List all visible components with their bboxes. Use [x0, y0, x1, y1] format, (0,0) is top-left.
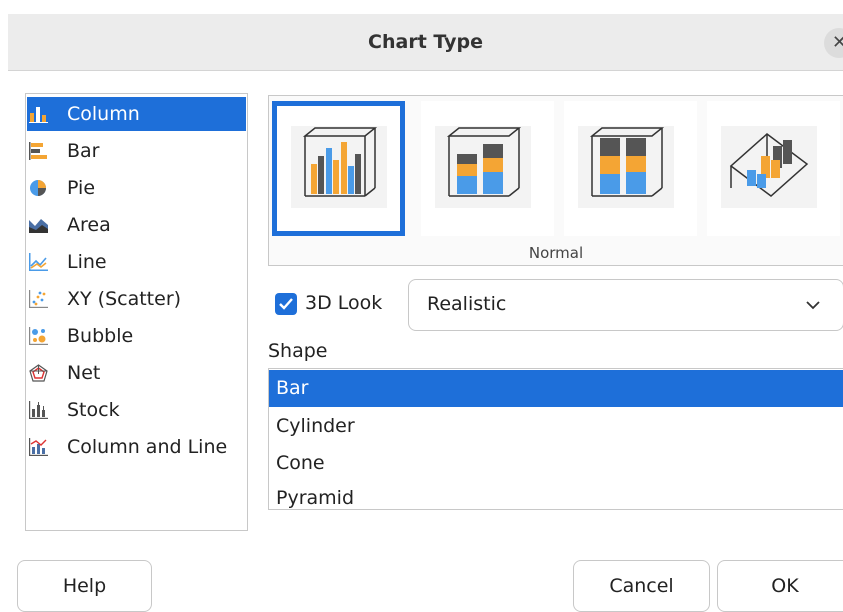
- 3d-look-label[interactable]: 3D Look: [305, 292, 382, 314]
- 3d-scheme-value: Realistic: [427, 293, 507, 315]
- chart-type-stock[interactable]: Stock: [27, 393, 246, 427]
- chart-type-column[interactable]: Column: [27, 97, 246, 131]
- checkmark-icon: [279, 298, 293, 310]
- chart-type-net[interactable]: Net: [27, 356, 246, 390]
- shape-label: Shape: [268, 340, 328, 362]
- shape-item-cylinder[interactable]: Cylinder: [269, 408, 843, 445]
- bubble-chart-icon: [29, 327, 48, 345]
- chart-type-bubble[interactable]: Bubble: [27, 319, 246, 353]
- chart-type-label: Stock: [67, 399, 120, 421]
- area-chart-icon: [29, 219, 48, 233]
- dialog-titlebar: Chart Type ✕: [8, 14, 843, 71]
- subtype-image-holder: [435, 126, 531, 208]
- column-line-chart-icon: [29, 438, 48, 456]
- chart-type-label: Column: [67, 103, 140, 125]
- 3d-scheme-select[interactable]: Realistic: [408, 279, 843, 331]
- chart-subtype-panel: Normal: [268, 95, 843, 266]
- column-chart-icon: [29, 107, 48, 123]
- chart-type-label: Area: [67, 214, 111, 236]
- subtype-caption: Normal: [528, 244, 584, 262]
- chart-type-bar[interactable]: Bar: [27, 134, 246, 168]
- shape-item-bar[interactable]: Bar: [269, 370, 843, 407]
- subtype-stacked[interactable]: [421, 101, 554, 236]
- line-chart-icon: [29, 253, 48, 271]
- chart-type-label: XY (Scatter): [67, 288, 182, 310]
- chart-type-pie[interactable]: Pie: [27, 171, 246, 205]
- subtype-deep[interactable]: [707, 101, 840, 236]
- shape-item-pyramid[interactable]: Pyramid: [269, 480, 843, 509]
- dialog-title: Chart Type: [368, 31, 483, 53]
- cancel-button[interactable]: Cancel: [573, 560, 710, 612]
- subtype-percent-stacked[interactable]: [564, 101, 697, 236]
- shape-item-cone[interactable]: Cone: [269, 445, 843, 482]
- bar-chart-icon: [29, 142, 47, 160]
- chart-type-list[interactable]: Column Bar Pie Area Line XY (Scatter) Bu…: [25, 93, 248, 531]
- close-button[interactable]: ✕: [824, 28, 843, 58]
- shape-list[interactable]: Bar Cylinder Cone Pyramid: [268, 368, 843, 510]
- column-3d-icon: [302, 127, 378, 197]
- percent-stacked-column-3d-icon: [589, 127, 665, 197]
- chevron-down-icon: [806, 301, 820, 310]
- ok-button[interactable]: OK: [717, 560, 843, 612]
- chart-type-line[interactable]: Line: [27, 245, 246, 279]
- chart-type-label: Bubble: [67, 325, 134, 347]
- chart-type-xy-scatter[interactable]: XY (Scatter): [27, 282, 246, 316]
- net-chart-icon: [29, 364, 48, 382]
- chart-type-label: Pie: [67, 177, 96, 199]
- 3d-look-checkbox[interactable]: [275, 293, 297, 315]
- chart-type-label: Bar: [67, 140, 100, 162]
- subtype-image-holder: [721, 126, 817, 208]
- close-icon: ✕: [832, 32, 843, 53]
- chart-type-label: Net: [67, 362, 101, 384]
- subtype-image-holder: [291, 126, 387, 208]
- stacked-column-3d-icon: [446, 127, 522, 197]
- subtype-normal[interactable]: [272, 101, 405, 236]
- chart-type-column-and-line[interactable]: Column and Line: [27, 430, 246, 464]
- chart-type-label: Column and Line: [67, 436, 228, 458]
- chart-type-area[interactable]: Area: [27, 208, 246, 242]
- stock-chart-icon: [29, 401, 48, 419]
- deep-column-3d-icon: [729, 133, 809, 197]
- subtype-image-holder: [578, 126, 674, 208]
- chart-type-label: Line: [67, 251, 107, 273]
- help-button[interactable]: Help: [17, 560, 152, 612]
- pie-chart-icon: [30, 180, 46, 196]
- scatter-chart-icon: [29, 290, 48, 308]
